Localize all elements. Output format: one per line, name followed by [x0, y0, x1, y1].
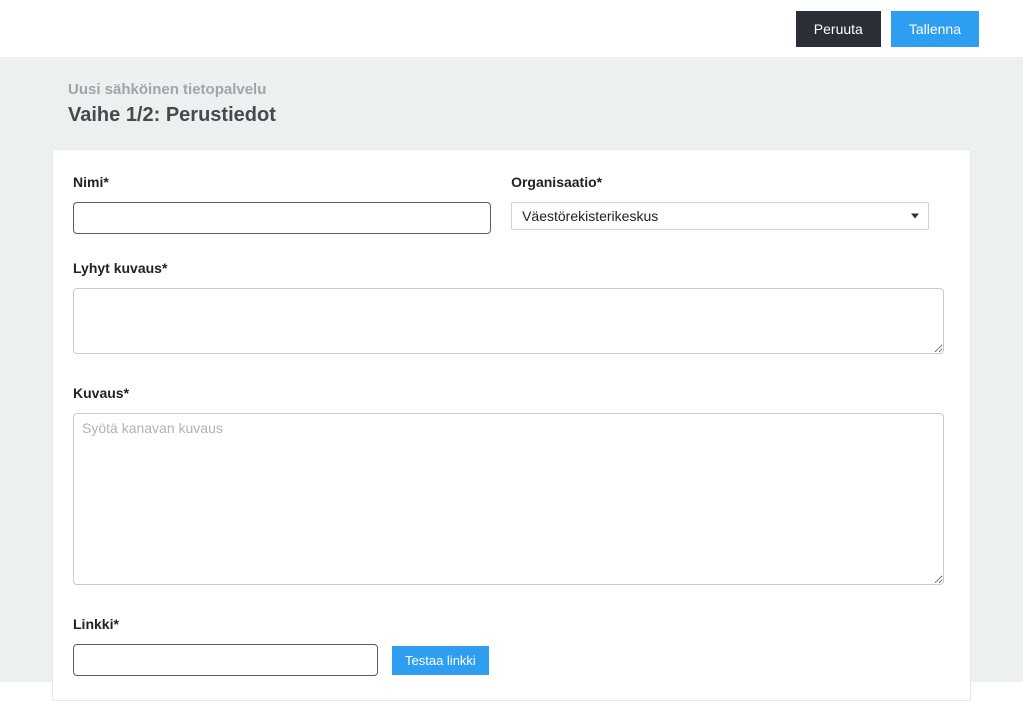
form-card: Nimi* Organisaatio* Väestörekisterikesku… — [52, 149, 971, 701]
link-label: Linkki* — [73, 616, 944, 632]
name-label: Nimi* — [73, 174, 491, 190]
description-field[interactable] — [73, 413, 944, 585]
page-title: Vaihe 1/2: Perustiedot — [52, 104, 971, 127]
organization-select[interactable]: Väestörekisterikeskus — [511, 202, 929, 230]
test-link-button[interactable]: Testaa linkki — [392, 646, 489, 675]
description-label: Kuvaus* — [73, 385, 944, 401]
page-subtitle: Uusi sähköinen tietopalvelu — [52, 81, 971, 98]
organization-label: Organisaatio* — [511, 174, 929, 190]
short-description-field[interactable] — [73, 288, 944, 354]
page-area: Uusi sähköinen tietopalvelu Vaihe 1/2: P… — [0, 57, 1023, 682]
link-field[interactable] — [73, 644, 378, 676]
name-field[interactable] — [73, 202, 491, 234]
short-description-label: Lyhyt kuvaus* — [73, 260, 944, 276]
organization-selected-value: Väestörekisterikeskus — [522, 208, 658, 224]
topbar: Peruuta Tallenna — [0, 0, 1023, 57]
save-button[interactable]: Tallenna — [891, 11, 979, 47]
cancel-button[interactable]: Peruuta — [796, 11, 881, 47]
